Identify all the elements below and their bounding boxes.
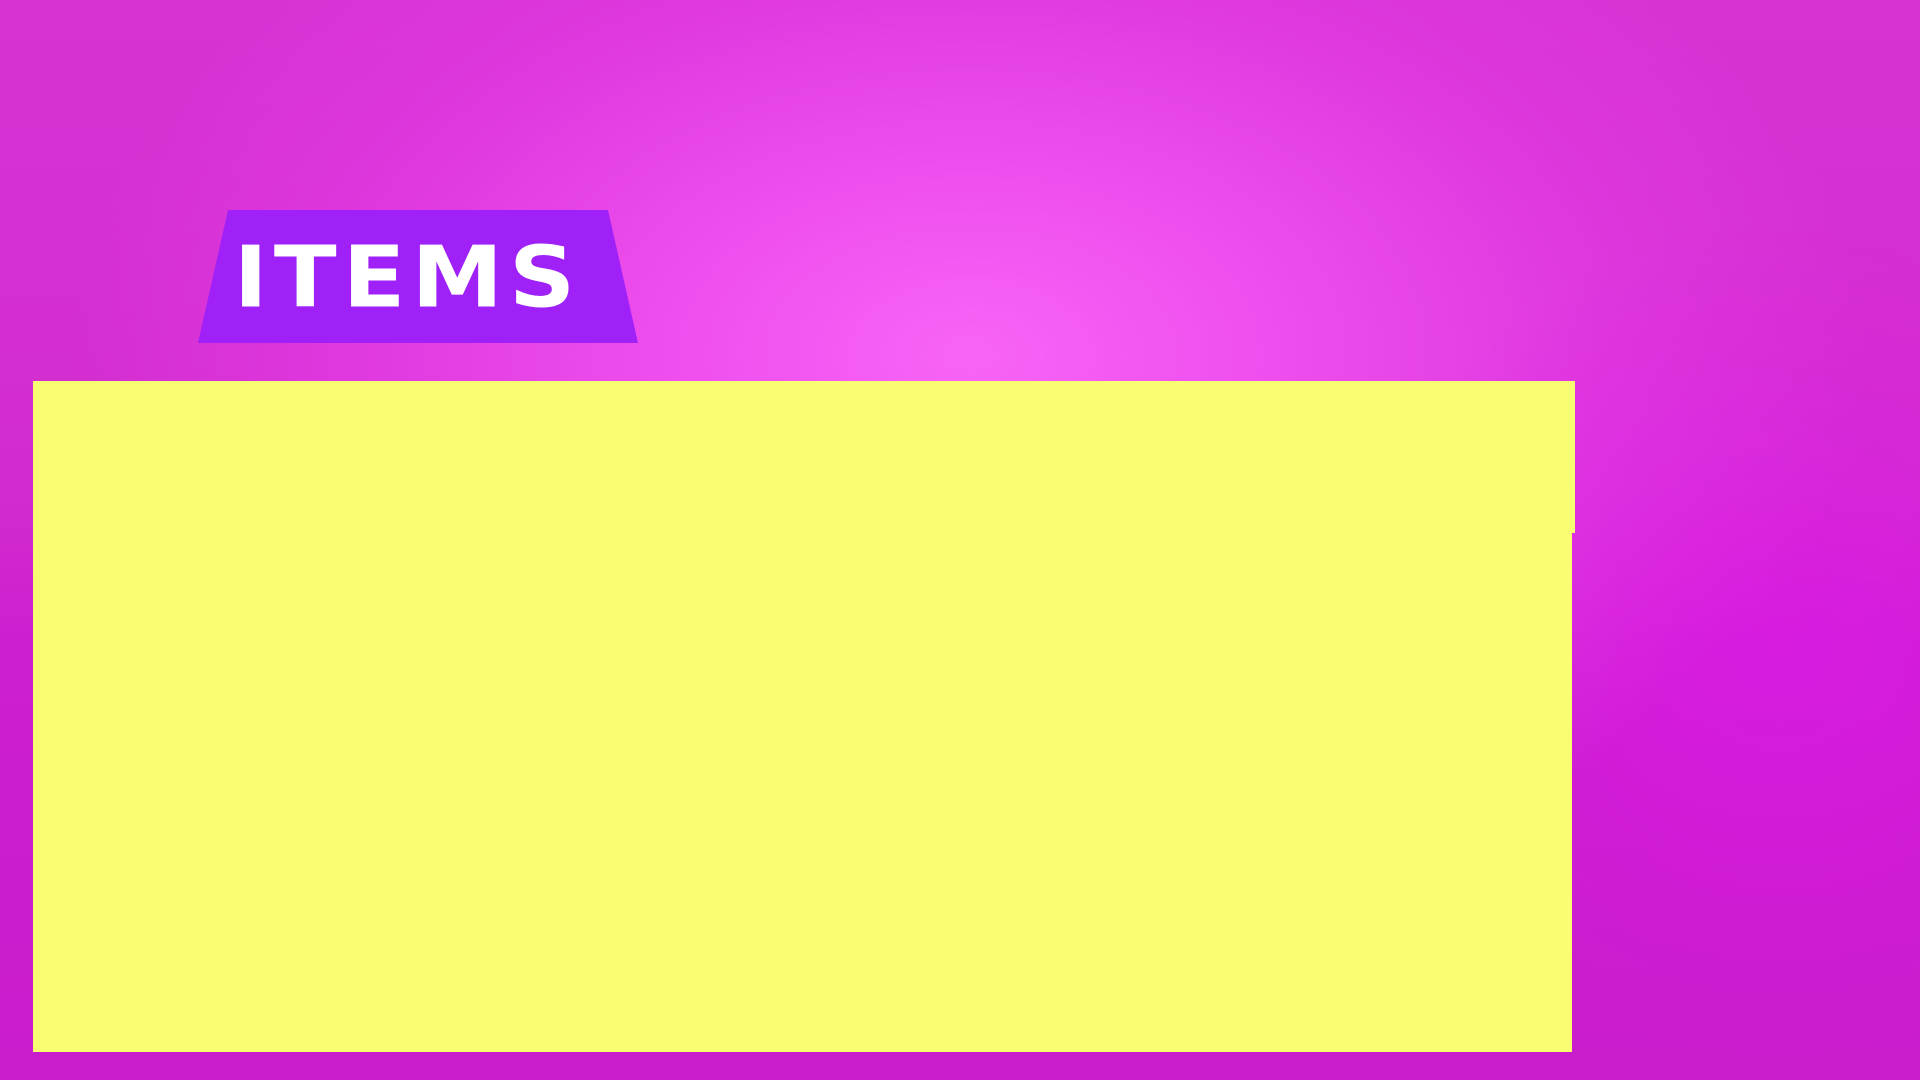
items-panel [33, 381, 1575, 1052]
items-tab-label: ITEMS [233, 227, 582, 327]
items-tab[interactable]: ITEMS [198, 210, 639, 344]
